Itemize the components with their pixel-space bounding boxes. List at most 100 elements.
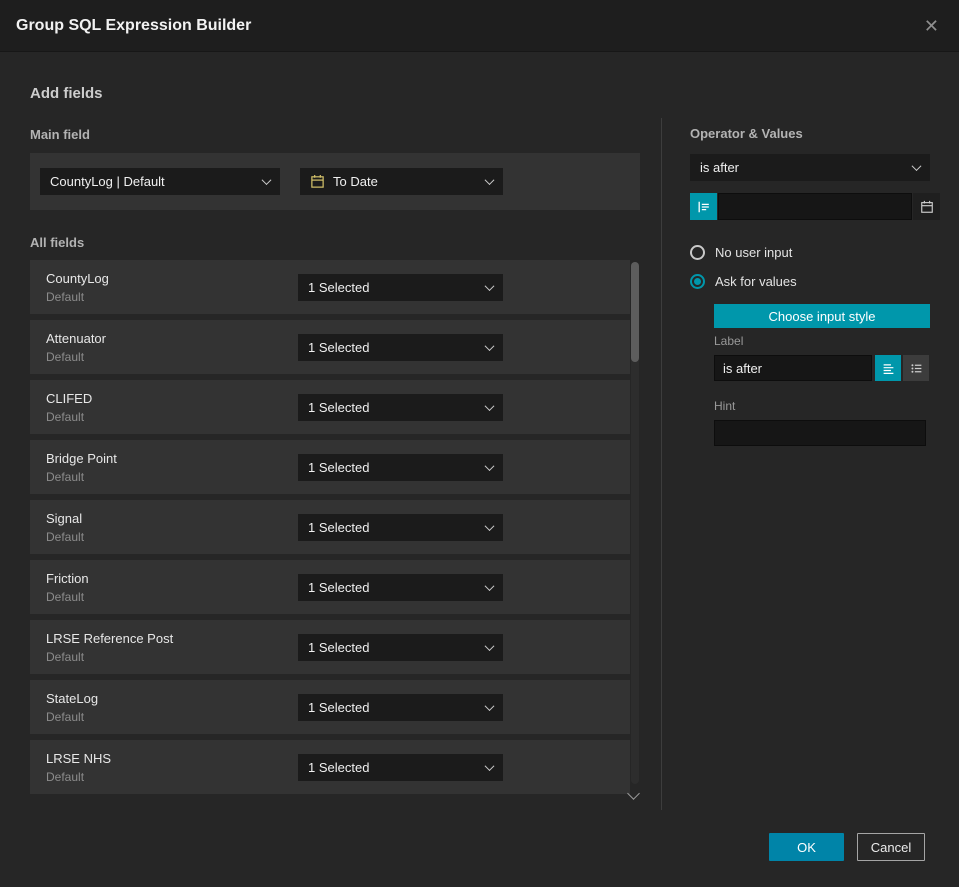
radio-selected-icon [690, 274, 705, 289]
field-selection-select[interactable]: 1 Selected [298, 453, 503, 481]
chevron-down-icon [261, 175, 272, 186]
field-selection-value: 1 Selected [308, 519, 370, 535]
chevron-down-icon [911, 161, 922, 172]
field-selection-select[interactable]: 1 Selected [298, 753, 503, 781]
field-selection-select[interactable]: 1 Selected [298, 693, 503, 721]
hint-caption: Hint [714, 399, 736, 413]
calendar-icon [310, 174, 325, 189]
chevron-down-icon [484, 340, 495, 351]
date-field-select[interactable]: To Date [300, 168, 503, 195]
field-selection-select[interactable]: 1 Selected [298, 633, 503, 661]
dialog-title: Group SQL Expression Builder [16, 16, 252, 34]
field-selection-value: 1 Selected [308, 459, 370, 475]
panel-divider [661, 118, 662, 810]
field-name: Bridge Point [46, 450, 117, 466]
field-info: Attenuator Default [46, 331, 298, 364]
operator-select[interactable]: is after [690, 154, 930, 181]
field-row: Friction Default 1 Selected [30, 560, 630, 614]
field-row: CLIFED Default 1 Selected [30, 380, 630, 434]
field-selection-value: 1 Selected [308, 339, 370, 355]
chevron-down-icon [484, 520, 495, 531]
field-subtitle: Default [46, 529, 85, 544]
operator-select-value: is after [700, 160, 740, 175]
field-info: CLIFED Default [46, 391, 298, 424]
main-field-panel: CountyLog | Default To Date [30, 153, 640, 210]
field-info: LRSE Reference Post Default [46, 631, 298, 664]
field-selection-value: 1 Selected [308, 579, 370, 595]
field-info: Friction Default [46, 571, 298, 604]
field-name: Friction [46, 570, 89, 586]
field-subtitle: Default [46, 709, 85, 724]
field-subtitle: Default [46, 649, 85, 664]
all-fields-heading: All fields [30, 235, 85, 250]
field-selection-value: 1 Selected [308, 699, 370, 715]
field-subtitle: Default [46, 469, 85, 484]
label-input[interactable] [714, 355, 872, 381]
value-input[interactable] [718, 193, 912, 220]
ok-button[interactable]: OK [769, 833, 844, 861]
field-selection-select[interactable]: 1 Selected [298, 273, 503, 301]
text-lines-icon [698, 201, 709, 212]
bulleted-list-icon [910, 363, 921, 373]
add-fields-heading: Add fields [30, 85, 103, 102]
chevron-down-icon [484, 700, 495, 711]
field-subtitle: Default [46, 769, 85, 784]
field-name: LRSE NHS [46, 750, 112, 766]
chevron-down-icon [484, 460, 495, 471]
input-style-list-button[interactable] [903, 355, 929, 381]
list-scrollbar[interactable] [631, 262, 639, 784]
label-input-row [714, 355, 929, 381]
dialog-header: Group SQL Expression Builder ✕ [0, 0, 959, 52]
field-selection-select[interactable]: 1 Selected [298, 393, 503, 421]
field-subtitle: Default [46, 589, 85, 604]
hint-input[interactable] [714, 420, 926, 446]
field-subtitle: Default [46, 409, 85, 424]
chevron-down-icon [484, 280, 495, 291]
align-left-lines-icon [883, 363, 893, 374]
chevron-down-icon [484, 640, 495, 651]
radio-ask-for-values-label: Ask for values [715, 274, 797, 289]
chevron-down-icon [484, 175, 495, 186]
radio-ask-for-values[interactable]: Ask for values [690, 274, 797, 289]
field-selection-value: 1 Selected [308, 759, 370, 775]
field-row: CountyLog Default 1 Selected [30, 260, 630, 314]
calendar-button[interactable] [913, 193, 940, 220]
field-row: LRSE NHS Default 1 Selected [30, 740, 630, 794]
radio-no-user-input[interactable]: No user input [690, 245, 792, 260]
main-field-select-value: CountyLog | Default [50, 174, 165, 189]
chevron-down-icon [484, 580, 495, 591]
field-info: Bridge Point Default [46, 451, 298, 484]
field-selection-value: 1 Selected [308, 399, 370, 415]
field-subtitle: Default [46, 289, 85, 304]
field-selection-value: 1 Selected [308, 279, 370, 295]
field-name: CLIFED [46, 390, 93, 406]
field-info: LRSE NHS Default [46, 751, 298, 784]
field-row: Bridge Point Default 1 Selected [30, 440, 630, 494]
field-name: Signal [46, 510, 83, 526]
close-icon[interactable]: ✕ [920, 13, 943, 39]
field-info: StateLog Default [46, 691, 298, 724]
field-selection-select[interactable]: 1 Selected [298, 513, 503, 541]
value-input-mode-button[interactable] [690, 193, 717, 220]
input-style-text-button[interactable] [875, 355, 901, 381]
field-selection-value: 1 Selected [308, 639, 370, 655]
main-field-select[interactable]: CountyLog | Default [40, 168, 280, 195]
radio-circle-icon [690, 245, 705, 260]
field-info: Signal Default [46, 511, 298, 544]
field-name: CountyLog [46, 270, 109, 286]
value-input-row [690, 193, 940, 220]
field-name: Attenuator [46, 330, 106, 346]
cancel-button[interactable]: Cancel [857, 833, 925, 861]
choose-input-style-button[interactable]: Choose input style [714, 304, 930, 328]
field-subtitle: Default [46, 349, 85, 364]
chevron-down-icon [484, 760, 495, 771]
fields-list: CountyLog Default 1 Selected Attenuator … [30, 260, 630, 794]
field-selection-select[interactable]: 1 Selected [298, 333, 503, 361]
chevron-down-icon [484, 400, 495, 411]
field-selection-select[interactable]: 1 Selected [298, 573, 503, 601]
label-caption: Label [714, 334, 744, 348]
main-field-heading: Main field [30, 127, 90, 142]
field-row: StateLog Default 1 Selected [30, 680, 630, 734]
scrollbar-thumb[interactable] [631, 262, 639, 362]
field-name: LRSE Reference Post [46, 630, 174, 646]
